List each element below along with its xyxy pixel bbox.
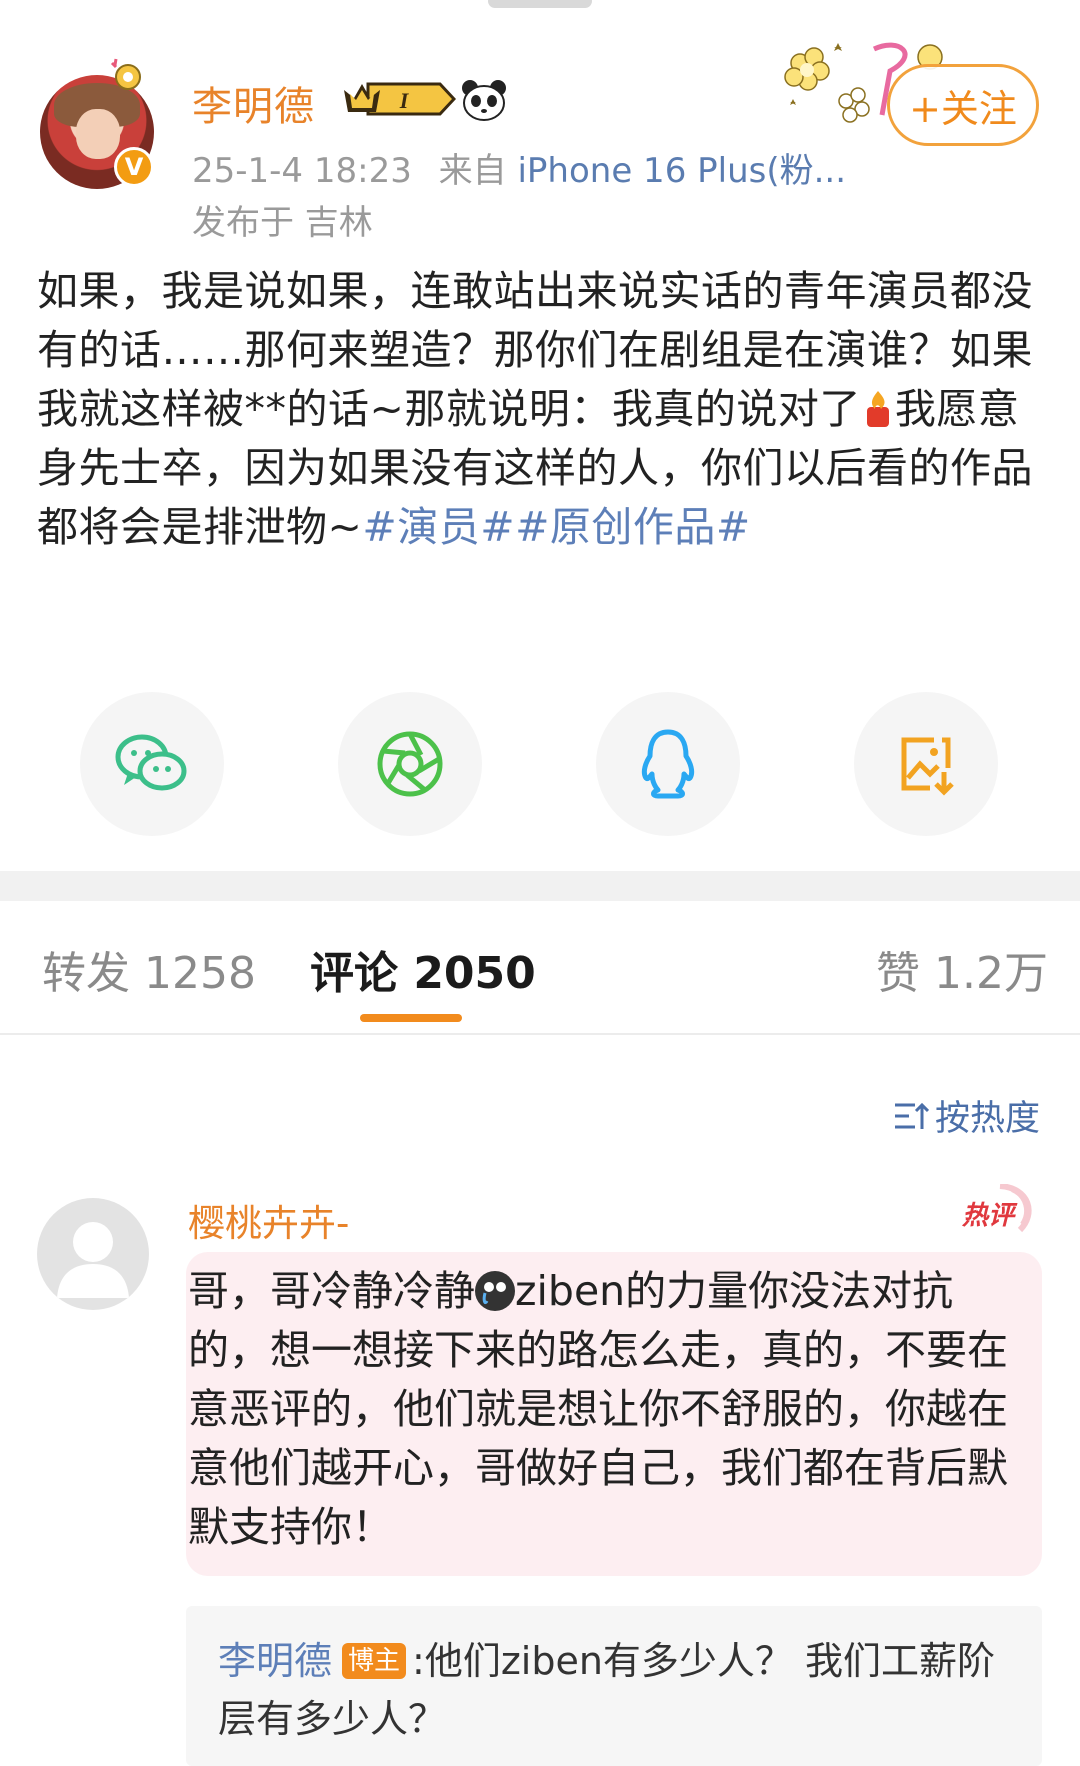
membership-crown-badge-icon[interactable]: I [338,78,456,120]
svg-text:热评: 热评 [961,1201,1018,1231]
comment-text: 哥，哥冷静冷静 ziben的力量你没法对抗的，想一想接下来的路怎么走，真的，不要在… [188,1262,1018,1557]
qq-icon [641,729,695,799]
sort-label: 按热度 [935,1099,1041,1139]
crying-face-emoji-icon [475,1271,515,1311]
share-wechat-button[interactable] [80,692,224,836]
post-meta: 25-1-4 18:23 来自 iPhone 16 Plus(粉... [192,143,846,192]
hot-comment-badge-icon: 热评 [961,1184,1032,1233]
post-timestamp: 25-1-4 18:23 [192,151,412,191]
comment-text-part-1: 哥，哥冷静冷静 [188,1267,475,1315]
commenter-name[interactable]: 樱桃卉卉- [188,1193,349,1247]
follow-button[interactable]: +关注 [887,64,1039,146]
post-device[interactable]: iPhone 16 Plus(粉... [517,151,846,191]
sort-by-hot-button[interactable]: 按热度 [893,1090,1040,1141]
topic-link-actor[interactable]: #演员# [362,503,515,551]
default-avatar-icon [57,1222,129,1298]
reply-text: 李明德 博主:他们ziben有多少人？ 我们工薪阶层有多少人？ [218,1632,1008,1748]
commenter-avatar[interactable] [37,1198,149,1310]
moments-icon [377,731,443,797]
sort-icon [895,1102,929,1129]
topic-link-original-work[interactable]: #原创作品# [515,503,751,551]
active-tab-indicator [360,1014,462,1022]
tabs-separator [0,1033,1080,1035]
source-prefix: 来自 [438,151,507,191]
wechat-icon [115,734,187,791]
tab-reposts[interactable]: 转发 1258 [42,937,256,1001]
fire-emoji-icon [866,391,889,427]
section-divider [0,871,1080,901]
save-image-icon [901,737,954,796]
svg-text:I: I [399,88,410,113]
panda-icon [462,80,506,121]
verified-badge-icon: V [114,147,154,187]
post-body: 如果，我是说如果，连敢站出来说实话的青年演员都没有的话……那何来塑造？那你们在剧… [37,262,1037,557]
post-location: 发布于 吉林 [192,203,373,243]
tab-comments[interactable]: 评论 2050 [310,937,536,1001]
share-qq-button[interactable] [596,692,740,836]
author-name[interactable]: 李明德 [192,74,315,132]
blogger-tag: 博主 [342,1643,407,1679]
sheet-handle [488,0,592,8]
avatar-decoration-icon [110,58,141,90]
tab-likes[interactable]: 赞 1.2万 [876,937,1048,1001]
reply-content: :他们ziben有多少人？ 我们工薪阶层有多少人？ [218,1639,996,1741]
save-image-button[interactable] [854,692,998,836]
share-moments-button[interactable] [338,692,482,836]
reply-author-name[interactable]: 李明德 [218,1639,332,1683]
